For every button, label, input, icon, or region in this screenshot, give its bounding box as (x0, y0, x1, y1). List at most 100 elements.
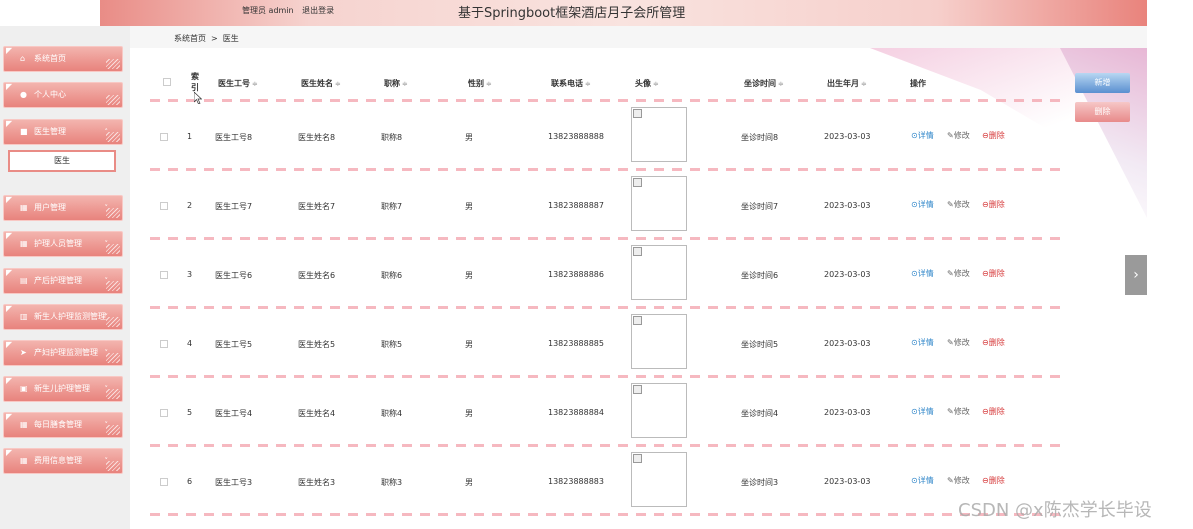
cell-doctor-name: 医生姓名5 (298, 340, 336, 349)
stripe-decoration (106, 317, 120, 327)
edit-button[interactable]: ✎修改 (947, 406, 970, 417)
col-title[interactable]: 职称 ≑ (384, 78, 408, 89)
col-gender[interactable]: 性别 ≑ (468, 78, 492, 89)
col-doctor-id[interactable]: 医生工号 ≑ (218, 78, 258, 89)
select-all-checkbox[interactable] (163, 78, 171, 88)
delete-row-button[interactable]: ⊖删除 (982, 475, 1005, 486)
cell-doctor-id: 医生工号5 (215, 340, 253, 349)
cell-clinic-time: 坐诊时间6 (741, 271, 779, 280)
sidebar-item[interactable]: ◤ ⌂ 系统首页 (3, 46, 123, 72)
cell-doctor-name: 医生姓名7 (298, 202, 336, 211)
submenu-item-doctor[interactable]: 医生 (8, 150, 116, 172)
col-avatar-label: 头像 (635, 79, 651, 88)
table-row: 2 医生工号7 医生姓名7 职称7 男 13823888887 坐诊时间7 2023-03-0… (150, 171, 1065, 239)
edit-button[interactable]: ✎修改 (947, 337, 970, 348)
detail-button[interactable]: ⊙详情 (911, 130, 934, 141)
avatar-image (631, 383, 687, 438)
table-row: 4 医生工号5 医生姓名5 职称5 男 13823888885 坐诊时间5 2023-03-0… (150, 309, 1065, 377)
sidebar-item[interactable]: ◤▦用户管理˅ (3, 195, 123, 221)
avatar-image (631, 176, 687, 231)
col-phone[interactable]: 联系电话 ≑ (551, 78, 591, 89)
sidebar-item-label: 产后护理管理 (34, 276, 82, 285)
grid-icon: ▦ (20, 456, 28, 465)
cell-phone: 13823888888 (548, 132, 604, 141)
avatar-image (631, 314, 687, 369)
cell-clinic-time: 坐诊时间3 (741, 478, 779, 487)
row-checkbox[interactable] (160, 202, 168, 210)
delete-row-button[interactable]: ⊖删除 (982, 337, 1005, 348)
sort-icon: ≑ (653, 80, 659, 88)
edit-button[interactable]: ✎修改 (947, 130, 970, 141)
broken-image-icon (633, 385, 642, 394)
col-birth[interactable]: 出生年月 ≑ (827, 78, 867, 89)
sidebar-item[interactable]: ◤ ● 个人中心 (3, 82, 123, 108)
delete-row-button[interactable]: ⊖删除 (982, 199, 1005, 210)
sidebar-item[interactable]: ◤▦护理人员管理˅ (3, 231, 123, 257)
edit-button[interactable]: ✎修改 (947, 268, 970, 279)
stripe-decoration (106, 425, 120, 435)
edit-button[interactable]: ✎修改 (947, 475, 970, 486)
row-checkbox[interactable] (160, 271, 168, 279)
cell-index: 6 (187, 477, 193, 486)
sidebar-item[interactable]: ◤▣新生儿护理管理˅ (3, 376, 123, 402)
sidebar-item[interactable]: ◤▥新生人护理监测管理˅ (3, 304, 123, 330)
col-clinic-time[interactable]: 坐诊时间 ≑ (744, 78, 784, 89)
chevron-right-icon[interactable]: › (1125, 255, 1147, 295)
cell-title: 职称8 (381, 133, 403, 142)
delete-row-button[interactable]: ⊖删除 (982, 406, 1005, 417)
sidebar-item-label: 费用信息管理 (34, 456, 82, 465)
row-checkbox[interactable] (160, 478, 168, 486)
detail-button[interactable]: ⊙详情 (911, 268, 934, 279)
detail-button[interactable]: ⊙详情 (911, 406, 934, 417)
sidebar-item-label: 产妇护理监测管理 (34, 348, 98, 357)
col-doctor-name[interactable]: 医生姓名 ≑ (301, 78, 341, 89)
cell-clinic-time: 坐诊时间5 (741, 340, 779, 349)
sidebar-item[interactable]: ◤➤产妇护理监测管理˅ (3, 340, 123, 366)
logout-link[interactable]: 退出登录 (302, 6, 334, 15)
avatar-image (631, 107, 687, 162)
user-info: 管理员 admin 退出登录 (242, 5, 340, 16)
edit-button[interactable]: ✎修改 (947, 199, 970, 210)
col-avatar[interactable]: 头像 ≑ (635, 78, 659, 89)
cell-birth: 2023-03-03 (824, 408, 871, 417)
table-header: 索引 医生工号 ≑ 医生姓名 ≑ 职称 ≑ 性别 ≑ 联系电话 ≑ 头像 ≑ 坐诊时间 ≑ 出… (150, 65, 1065, 99)
sort-icon: ≑ (335, 80, 341, 88)
add-button[interactable]: 新增 (1075, 73, 1130, 93)
cell-birth: 2023-03-03 (824, 339, 871, 348)
sidebar-item[interactable]: ◤■医生管理˄ (3, 119, 123, 145)
broken-image-icon (633, 316, 642, 325)
cell-title: 职称7 (381, 202, 403, 211)
app-title: 基于Springboot框架酒店月子会所管理 (458, 6, 686, 21)
broken-image-icon (633, 454, 642, 463)
cell-clinic-time: 坐诊时间8 (741, 133, 779, 142)
sidebar-item-label: 每日膳食管理 (34, 420, 82, 429)
broken-image-icon (633, 109, 642, 118)
row-checkbox[interactable] (160, 409, 168, 417)
cell-phone: 13823888883 (548, 477, 604, 486)
detail-button[interactable]: ⊙详情 (911, 199, 934, 210)
sidebar-item[interactable]: ◤▤产后护理管理˅ (3, 268, 123, 294)
detail-button[interactable]: ⊙详情 (911, 337, 934, 348)
breadcrumb-home[interactable]: 系统首页 (174, 34, 206, 43)
grid-icon: ▦ (20, 420, 28, 429)
corner-decoration-icon: ◤ (6, 82, 13, 91)
sidebar-item[interactable]: ◤▦每日膳食管理˅ (3, 412, 123, 438)
row-checkbox[interactable] (160, 340, 168, 348)
delete-button[interactable]: 删除 (1075, 102, 1130, 122)
sort-icon: ≑ (402, 80, 408, 88)
breadcrumb: 系统首页 > 医生 (174, 33, 239, 44)
cell-gender: 男 (465, 478, 473, 487)
corner-decoration-icon: ◤ (6, 448, 13, 457)
broken-image-icon (633, 178, 642, 187)
row-checkbox[interactable] (160, 133, 168, 141)
col-index[interactable]: 索引 (191, 71, 199, 93)
stripe-decoration (106, 281, 120, 291)
send-icon: ➤ (20, 348, 27, 357)
delete-row-button[interactable]: ⊖删除 (982, 268, 1005, 279)
stripe-decoration (106, 208, 120, 218)
cell-doctor-name: 医生姓名3 (298, 478, 336, 487)
delete-row-button[interactable]: ⊖删除 (982, 130, 1005, 141)
sidebar-item-label: 系统首页 (34, 54, 66, 63)
detail-button[interactable]: ⊙详情 (911, 475, 934, 486)
sidebar-item[interactable]: ◤▦费用信息管理˅ (3, 448, 123, 474)
